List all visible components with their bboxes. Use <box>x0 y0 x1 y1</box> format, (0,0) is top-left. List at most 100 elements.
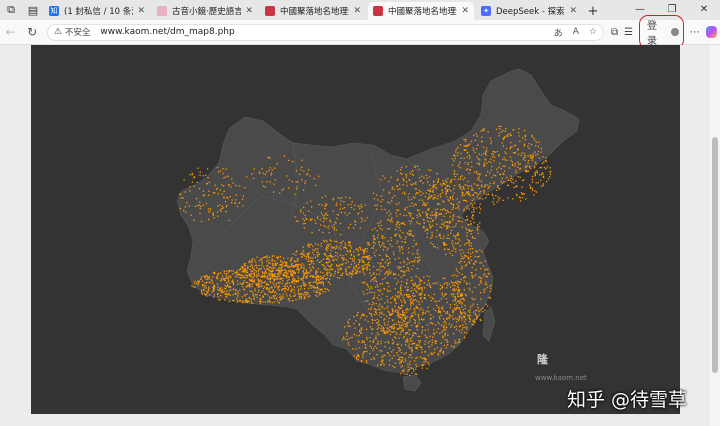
settlement-dot <box>507 179 510 181</box>
settlement-dot <box>401 318 403 321</box>
scrollbar-thumb[interactable] <box>712 137 718 373</box>
settlement-dot <box>268 268 270 271</box>
settlement-dot <box>438 310 440 312</box>
settlement-dot <box>194 280 196 282</box>
settlement-dot <box>355 248 358 250</box>
settlement-dot <box>458 326 460 328</box>
settlement-dot <box>519 176 521 178</box>
settlement-dot <box>266 171 268 173</box>
close-icon[interactable]: ✕ <box>245 6 253 16</box>
settlement-dot <box>225 277 227 280</box>
settlement-dot <box>439 193 441 195</box>
settlement-dot <box>253 297 255 299</box>
settlement-dot <box>380 262 382 264</box>
settlement-dot <box>452 215 454 217</box>
settlement-dot <box>421 211 424 213</box>
settlement-dot <box>268 300 270 302</box>
address-bar[interactable]: ⚠ 不安全 www.kaom.net/dm_map8.php あ A ☆ <box>46 23 604 41</box>
settlement-dot <box>390 239 392 241</box>
settlement-dot <box>398 291 400 293</box>
settlement-dot <box>274 295 276 297</box>
settlement-dot <box>244 295 246 297</box>
settlement-dot <box>341 338 344 341</box>
url-text[interactable]: www.kaom.net/dm_map8.php <box>100 27 543 37</box>
vertical-tabs-icon[interactable]: ▤ <box>22 0 44 20</box>
settlement-dot <box>303 264 305 266</box>
settlement-dot <box>423 364 425 366</box>
settlement-dot <box>342 255 344 257</box>
settlement-dot <box>354 221 357 223</box>
settlement-dot <box>377 234 380 236</box>
settlement-dot <box>300 296 302 298</box>
settlement-dot <box>487 273 489 275</box>
settlement-dot <box>480 154 483 156</box>
settlement-dot <box>399 313 402 316</box>
settlement-dot <box>355 320 357 322</box>
tab-guyin[interactable]: 古音小鏡·歷史語言學 ✕ <box>152 2 258 20</box>
settlement-dot <box>228 282 231 284</box>
settlement-dot <box>386 282 388 284</box>
workspaces-icon[interactable]: ⧉ <box>0 0 22 20</box>
back-icon[interactable]: ← <box>0 25 21 39</box>
settlement-dot <box>431 225 434 227</box>
settlement-dot <box>489 185 491 187</box>
settlement-dot <box>507 197 509 199</box>
settlement-dot <box>454 298 456 300</box>
settlement-dot <box>435 214 438 217</box>
copilot-icon[interactable] <box>705 26 717 38</box>
settlement-dot <box>226 285 229 287</box>
settlement-dot <box>408 199 410 201</box>
settlement-dot <box>270 275 273 277</box>
settlement-dot <box>250 284 252 286</box>
settlement-dot <box>383 322 386 324</box>
settlement-dot <box>208 218 210 221</box>
settlement-dot <box>516 185 518 188</box>
tab-zhihu[interactable]: 知 (1 封私信 / 10 条消息 ✕ <box>44 2 150 20</box>
favorite-star-icon[interactable]: ☆ <box>589 27 597 37</box>
settlement-dot <box>384 177 386 179</box>
settlement-dot <box>366 217 368 219</box>
settlement-dot <box>393 330 395 332</box>
settlement-dot <box>398 306 400 308</box>
login-button[interactable]: 登录 <box>639 15 684 49</box>
settlement-dot <box>448 283 450 285</box>
settlement-dot <box>219 170 222 172</box>
settlement-dot <box>486 286 489 289</box>
more-menu-icon[interactable]: ⋯ <box>690 27 700 38</box>
settlement-dot <box>322 258 325 260</box>
vertical-scrollbar[interactable] <box>710 45 720 426</box>
tab-kaom-2[interactable]: 中國聚落地名地理分析 ✕ <box>368 2 474 20</box>
settlement-dot <box>345 244 347 246</box>
tab-deepseek[interactable]: ✦ DeepSeek - 探索未至 ✕ <box>476 2 582 20</box>
settlement-dot <box>500 131 503 133</box>
collections-icon[interactable]: ⧉ <box>611 27 618 38</box>
settlement-dot <box>472 251 474 254</box>
close-icon[interactable]: ✕ <box>461 6 469 16</box>
settlement-dot <box>489 137 492 139</box>
close-icon[interactable]: ✕ <box>137 6 145 16</box>
settlement-dot <box>416 209 419 211</box>
security-warning[interactable]: ⚠ 不安全 <box>54 26 91 38</box>
settlement-dot <box>476 192 478 194</box>
new-tab-button[interactable]: + <box>584 2 602 20</box>
settlement-dot <box>379 246 381 248</box>
settlement-dot <box>363 293 365 295</box>
settlement-dot <box>463 194 465 197</box>
settlement-dot <box>469 319 471 321</box>
settlement-dot <box>387 282 389 284</box>
refresh-icon[interactable]: ↻ <box>21 25 42 39</box>
settlement-dot <box>369 272 371 274</box>
settlement-dot <box>423 177 425 179</box>
read-aloud-icon[interactable]: A <box>573 27 579 37</box>
settlement-dot <box>332 255 335 258</box>
translate-icon[interactable]: あ <box>554 26 563 39</box>
favorites-icon[interactable]: ☰ <box>624 27 633 38</box>
settlement-dot <box>460 157 462 159</box>
tab-kaom-1[interactable]: 中國聚落地名地理分析 ✕ <box>260 2 366 20</box>
settlement-dot <box>315 222 317 224</box>
close-icon[interactable]: ✕ <box>353 6 361 16</box>
settlement-dot <box>324 288 326 290</box>
settlement-dot <box>408 212 410 214</box>
settlement-dot <box>325 226 327 228</box>
close-icon[interactable]: ✕ <box>569 6 577 16</box>
